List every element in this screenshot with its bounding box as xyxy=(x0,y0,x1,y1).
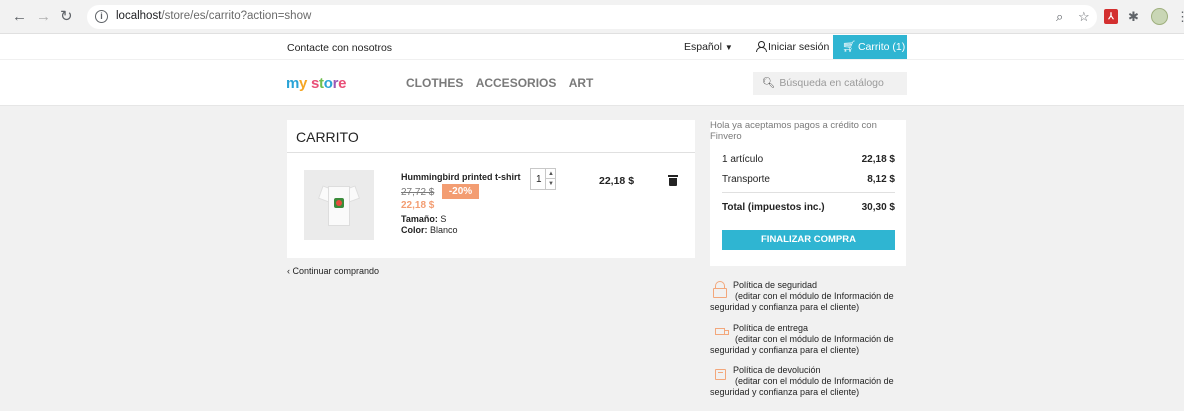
pdf-extension-icon[interactable]: ⅄ xyxy=(1104,9,1118,24)
logo-letter: y xyxy=(299,75,308,92)
color-value: Blanco xyxy=(430,225,458,235)
site-header: Contacte con nosotros Español ▼ Iniciar … xyxy=(0,34,1184,106)
truck-icon xyxy=(712,324,729,342)
page-title: CARRITO xyxy=(296,129,359,145)
divider xyxy=(722,192,895,193)
back-arrow-icon[interactable]: ← xyxy=(12,8,27,26)
url-path: /store/es/carrito?action=show xyxy=(161,10,312,22)
language-selector[interactable]: Español ▼ xyxy=(684,41,733,53)
reassurance-line2: seguridad y confianza para el cliente) xyxy=(710,302,860,312)
cart-button[interactable]: 🛒︎ Carrito (1) xyxy=(833,35,907,59)
reassurance-title: Política de entrega xyxy=(733,323,809,333)
summary-shipping-row: Transporte 8,12 $ xyxy=(722,174,895,185)
quantity-stepper: 1 ▲ ▼ xyxy=(530,168,556,190)
cart-summary: Hola ya aceptamos pagos a crédito con Fi… xyxy=(710,120,906,266)
product-image[interactable] xyxy=(304,170,374,240)
search-icon: 🔍︎ xyxy=(762,77,776,89)
header-top-bar: Contacte con nosotros Español ▼ Iniciar … xyxy=(0,34,1184,60)
quantity-buttons: ▲ ▼ xyxy=(545,169,556,189)
reassurance-delivery: Política de entrega (editar con el módul… xyxy=(710,323,910,356)
trash-icon[interactable] xyxy=(668,175,678,186)
url-text: localhost/store/es/carrito?action=show xyxy=(116,10,311,22)
browser-toolbar: ← → ↻ i localhost/store/es/carrito?actio… xyxy=(0,0,1184,34)
profile-avatar-icon[interactable] xyxy=(1151,8,1168,25)
contact-link[interactable]: Contacte con nosotros xyxy=(287,42,392,54)
size-value: S xyxy=(440,214,447,224)
finvero-note: Hola ya aceptamos pagos a crédito con Fi… xyxy=(710,120,877,142)
chevron-left-icon: ‹ xyxy=(287,266,290,276)
summary-items-value: 22,18 $ xyxy=(861,154,895,165)
logo-letter: s xyxy=(310,75,320,92)
language-label: Español xyxy=(684,41,722,53)
divider xyxy=(287,152,695,153)
logo-letter: o xyxy=(323,75,333,92)
reassurance-returns: Política de devolución (editar con el mó… xyxy=(710,365,910,398)
tshirt-image xyxy=(317,182,361,228)
reassurance-line1: (editar con el módulo de Información de xyxy=(735,334,894,344)
reassurance-line2: seguridad y confianza para el cliente) xyxy=(710,387,860,397)
menu-item-accesorios[interactable]: ACCESORIOS xyxy=(476,76,557,90)
menu-item-art[interactable]: ART xyxy=(569,76,594,90)
url-host: localhost xyxy=(116,10,162,22)
summary-items-row: 1 artículo 22,18 $ xyxy=(722,154,895,165)
product-color: Color: Blanco xyxy=(401,225,458,235)
search-input[interactable]: 🔍︎ Búsqueda en catálogo xyxy=(753,72,907,95)
logo-letter: m xyxy=(286,75,300,92)
chevron-up-icon[interactable]: ▲ xyxy=(546,169,556,179)
reassurance-title: Política de seguridad xyxy=(733,280,818,290)
continue-shopping-link[interactable]: ‹ Continuar comprando xyxy=(287,266,379,276)
login-link[interactable]: Iniciar sesión xyxy=(755,41,829,53)
login-label: Iniciar sesión xyxy=(768,41,830,53)
product-old-price: 27,72 $ xyxy=(401,187,435,198)
user-icon xyxy=(755,41,767,52)
size-label: Tamaño: xyxy=(401,214,438,224)
product-name-link[interactable]: Hummingbird printed t-shirt xyxy=(401,172,521,182)
summary-total-label: Total (impuestos inc.) xyxy=(722,202,825,213)
search-placeholder: Búsqueda en catálogo xyxy=(779,77,884,89)
quantity-input[interactable]: 1 xyxy=(536,174,542,185)
lock-icon xyxy=(712,281,728,299)
summary-total-value: 30,30 $ xyxy=(861,202,895,213)
continue-label: Continuar comprando xyxy=(292,266,380,276)
cart-button-label: Carrito (1) xyxy=(857,41,906,53)
forward-arrow-icon[interactable]: → xyxy=(36,8,51,26)
cart-panel: CARRITO Hummingbird printed t-shirt 27,7… xyxy=(287,120,695,258)
chevron-down-icon[interactable]: ▼ xyxy=(546,179,556,189)
checkout-button[interactable]: FINALIZAR COMPRA xyxy=(722,230,895,250)
kebab-menu-icon[interactable]: ⋮ xyxy=(1176,9,1184,25)
store-logo[interactable]: my store xyxy=(286,75,346,92)
puzzle-extensions-icon[interactable]: ✱ xyxy=(1128,9,1139,25)
logo-letter: e xyxy=(338,75,347,92)
reassurance-line1: (editar con el módulo de Información de xyxy=(735,376,894,386)
summary-shipping-value: 8,12 $ xyxy=(867,174,895,185)
reassurance-security: Política de seguridad (editar con el mód… xyxy=(710,280,910,313)
color-label: Color: xyxy=(401,225,428,235)
return-icon xyxy=(712,366,728,384)
info-icon[interactable]: i xyxy=(95,10,108,23)
summary-items-label: 1 artículo xyxy=(722,154,764,165)
bookmark-star-icon[interactable]: ☆ xyxy=(1078,9,1090,25)
product-price: 22,18 $ xyxy=(401,200,435,211)
address-bar[interactable]: i localhost/store/es/carrito?action=show xyxy=(87,5,1097,29)
line-total: 22,18 $ xyxy=(599,175,635,187)
summary-total-row: Total (impuestos inc.) 30,30 $ xyxy=(722,202,895,213)
zoom-icon[interactable]: ⌕ xyxy=(1056,9,1063,25)
reload-icon[interactable]: ↻ xyxy=(60,8,73,26)
reassurance-line2: seguridad y confianza para el cliente) xyxy=(710,345,860,355)
caret-down-icon: ▼ xyxy=(724,43,733,52)
shopping-cart-icon: 🛒︎ xyxy=(842,41,856,53)
summary-shipping-label: Transporte xyxy=(722,174,770,185)
menu-item-clothes[interactable]: CLOTHES xyxy=(406,76,463,90)
main-menu: CLOTHES ACCESORIOS ART xyxy=(406,76,602,90)
reassurance-title: Política de devolución xyxy=(733,365,821,375)
product-size: Tamaño: S xyxy=(401,214,446,224)
discount-badge: -20% xyxy=(442,184,479,199)
reassurance-line1: (editar con el módulo de Información de xyxy=(735,291,894,301)
